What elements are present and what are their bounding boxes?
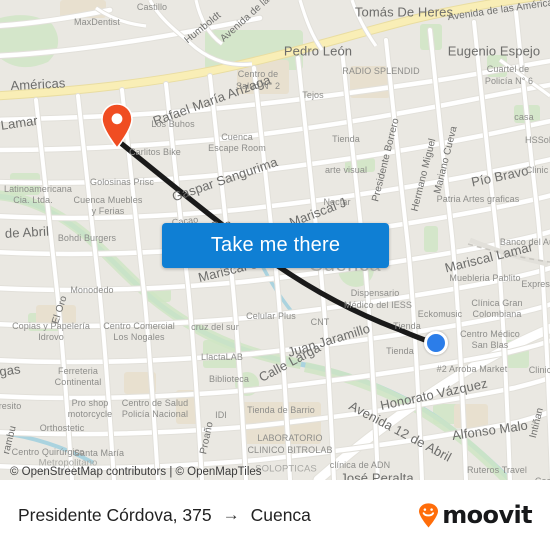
- moovit-logo[interactable]: moovit: [418, 501, 533, 529]
- destination-label: Cuenca: [250, 504, 311, 525]
- take-me-there-button[interactable]: Take me there: [162, 223, 389, 268]
- moovit-pin-icon: [419, 502, 439, 527]
- footer-bar: Presidente Córdova, 375 → Cuenca moovit: [0, 480, 550, 550]
- map-canvas[interactable]: .road { stroke:#ffffff; fill:none; } .ca…: [0, 0, 550, 480]
- destination-marker[interactable]: [424, 331, 448, 355]
- map-attribution[interactable]: © OpenStreetMap contributors | © OpenMap…: [10, 466, 262, 478]
- brand-name: moovit: [442, 501, 532, 529]
- moovit-map-screenshot: .road { stroke:#ffffff; fill:none; } .ca…: [0, 0, 550, 550]
- route-summary: Presidente Córdova, 375 → Cuenca: [18, 505, 311, 526]
- origin-label: Presidente Córdova, 375: [18, 504, 212, 525]
- arrow-icon: →: [222, 505, 240, 524]
